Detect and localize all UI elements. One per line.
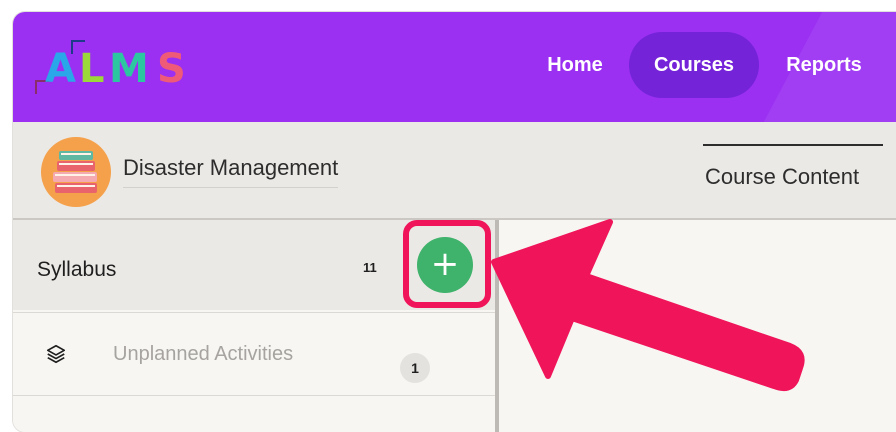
books-icon xyxy=(53,151,97,193)
tab-course-content[interactable]: Course Content xyxy=(703,144,883,206)
logo-letter-a: A xyxy=(45,46,76,92)
count-badge: 1 xyxy=(400,353,430,383)
logo-letter-s: S xyxy=(157,46,186,92)
add-syllabus-button[interactable]: + xyxy=(417,237,473,293)
list-item-unplanned-activities[interactable]: Unplanned Activities 1 xyxy=(13,312,495,396)
logo-letter-l: L xyxy=(79,46,105,92)
top-navigation-bar: A L M S Home Courses Reports xyxy=(13,12,896,122)
syllabus-title: Syllabus xyxy=(37,258,117,281)
nav-home[interactable]: Home xyxy=(525,32,625,98)
course-title: Disaster Management xyxy=(123,155,339,188)
course-content-area xyxy=(499,220,896,432)
syllabus-count: 11 xyxy=(363,260,377,275)
alms-logo[interactable]: A L M S xyxy=(35,40,213,100)
course-avatar xyxy=(41,137,111,207)
layers-icon xyxy=(46,344,66,364)
course-header: Disaster Management Course Content xyxy=(13,122,896,220)
list-item-label: Unplanned Activities xyxy=(113,343,294,365)
syllabus-sidebar: Syllabus 11 + Unplanned Activities 1 xyxy=(13,220,499,432)
app-window: A L M S Home Courses Reports Disaster Ma… xyxy=(13,12,896,432)
logo-letter-m: M xyxy=(109,46,149,92)
plus-icon: + xyxy=(430,244,460,284)
tab-course-content-label: Course Content xyxy=(705,164,860,189)
nav-courses[interactable]: Courses xyxy=(629,32,759,98)
nav-reports[interactable]: Reports xyxy=(769,32,879,98)
